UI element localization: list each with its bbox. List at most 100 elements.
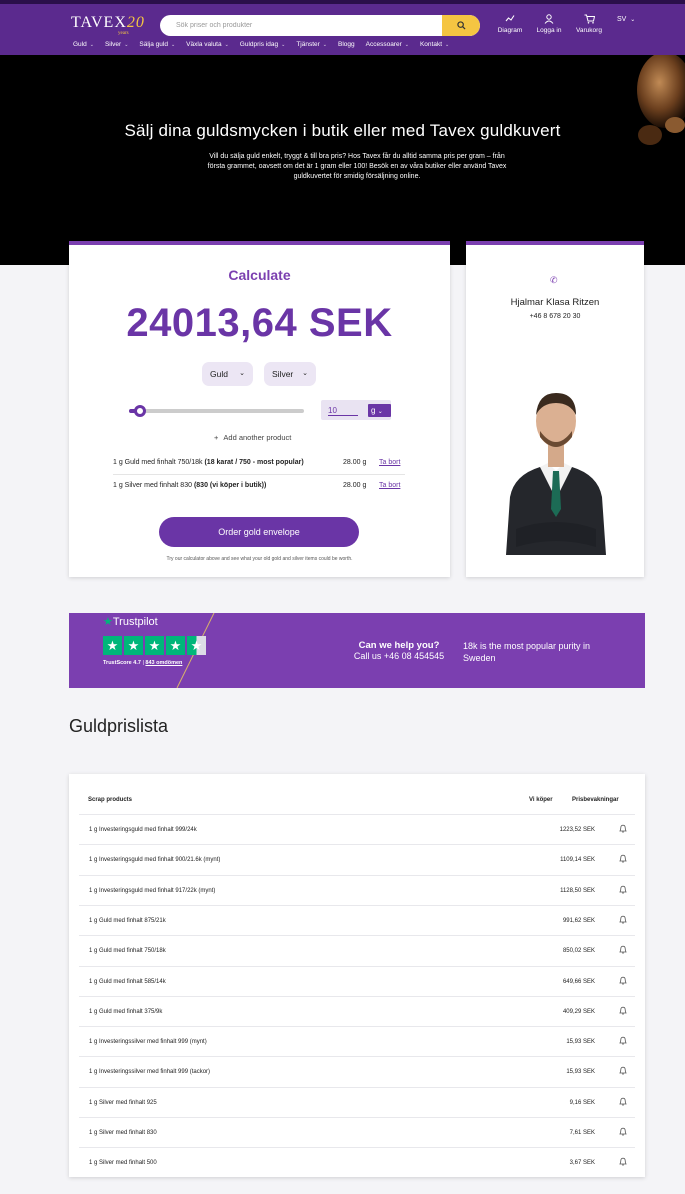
buy-price: 649,66 SEK (562, 978, 595, 985)
nav-item-guldpris-idag[interactable]: Guldpris idag ⌄ (240, 41, 286, 48)
table-row: 1 g Guld med finhalt 585/14k 649,66 SEK (79, 965, 635, 996)
bell-icon[interactable] (619, 824, 627, 835)
logo-text: TAVEX (71, 14, 127, 31)
trustpilot-logo[interactable]: ★Trustpilot (103, 615, 158, 628)
search-icon (456, 21, 466, 30)
buy-price: 3,67 SEK (569, 1160, 595, 1167)
unit-label: g (371, 406, 376, 415)
chart-icon (496, 14, 524, 27)
chevron-down-icon: ⌄ (170, 42, 176, 48)
bell-icon[interactable] (619, 915, 627, 926)
chevron-down-icon: ⌄ (377, 409, 383, 415)
contact-phone[interactable]: +46 8 678 20 30 (466, 313, 644, 320)
nav-item-silver[interactable]: Silver ⌄ (105, 41, 128, 48)
trustpilot-stars: ★ ★ ★ ★ ★ (103, 636, 206, 655)
nav-label: Växla valuta (186, 41, 222, 48)
slider-thumb[interactable] (133, 405, 146, 417)
nav-label: Accessoarer (365, 41, 402, 48)
contact-portrait (506, 393, 606, 555)
login-link[interactable]: Logga in (533, 14, 565, 34)
chevron-down-icon: ⌄ (124, 42, 129, 48)
reviews-link[interactable]: 843 omdömen (145, 660, 182, 666)
product-name: 1 g Guld med finhalt 875/21k (89, 917, 166, 924)
metal-select-guld[interactable]: Guld ⌄ (202, 362, 253, 386)
help-title: Can we help you? (358, 640, 440, 651)
chevron-down-icon: ⌄ (445, 42, 450, 48)
nav-label: Guld (73, 41, 87, 48)
bell-icon[interactable] (619, 1157, 627, 1168)
table-row: 1 g Silver med finhalt 830 7,61 SEK (79, 1117, 635, 1147)
calculator-card: Calculate 24013,64 SEK Guld ⌄ Silver ⌄ g… (69, 241, 450, 577)
weight-slider[interactable] (129, 405, 304, 417)
unit-select[interactable]: g ⌄ (368, 404, 391, 417)
product-name: 1 g Investeringssilver med finhalt 999 (… (89, 1069, 211, 1076)
nav-item-guld[interactable]: Guld ⌄ (73, 41, 94, 48)
bell-icon[interactable] (619, 1066, 627, 1077)
metal-select-label: Guld (210, 369, 228, 379)
nav-item-accessoarer[interactable]: Accessoarer ⌄ (366, 41, 409, 48)
order-envelope-button[interactable]: Order gold envelope (159, 517, 359, 547)
phone-icon: ✆ (550, 275, 558, 285)
nav-item-tjanster[interactable]: Tjänster ⌄ (296, 41, 327, 48)
nav-item-salja-guld[interactable]: Sälja guld ⌄ (139, 41, 175, 48)
language-label: SV (617, 16, 627, 23)
table-row: 1 g Investeringsguld med finhalt 917/22k… (79, 874, 635, 905)
star-icon: ★ (166, 636, 185, 655)
product-name: 1 g Silver med finhalt 830 (830 (vi köpe… (113, 482, 267, 489)
bell-icon[interactable] (619, 1036, 627, 1047)
remove-product-link[interactable]: Ta bort (379, 482, 400, 489)
trustscore: TrustScore 4.7 | 843 omdömen (103, 660, 183, 666)
add-product-button[interactable]: + Add another product (214, 433, 291, 442)
nav-item-blogg[interactable]: Blogg (338, 41, 355, 48)
calculator-note: Try our calculator above and see what yo… (166, 556, 353, 562)
star-icon: ★ (145, 636, 164, 655)
col-header-product: Scrap products (88, 797, 133, 803)
product-qty: 28.00 g (343, 482, 367, 489)
buy-price: 9,16 SEK (569, 1099, 595, 1106)
language-select[interactable]: SV ⌄ (617, 16, 635, 23)
star-icon: ★ (103, 616, 113, 628)
add-product-label: Add another product (223, 433, 292, 442)
nav-item-vaxla-valuta[interactable]: Växla valuta ⌄ (186, 41, 229, 48)
bell-icon[interactable] (619, 976, 627, 987)
col-header-price: Vi köper (529, 797, 553, 803)
logo-number: 20 (126, 14, 145, 31)
help-phone[interactable]: Call us +46 08 454545 (354, 651, 444, 661)
buy-price: 1223,52 SEK (559, 827, 595, 833)
main-nav: Guld ⌄ Silver ⌄ Sälja guld ⌄ Växla valuta ⌄ … (73, 41, 460, 48)
bell-icon[interactable] (619, 945, 627, 956)
product-row: 1 g Silver med finhalt 830 (830 (vi köpe… (113, 476, 405, 498)
trustpilot-banner: ★Trustpilot ★ ★ ★ ★ ★ TrustScore 4.7 | 8… (69, 613, 645, 688)
table-row: 1 g Silver med finhalt 500 3,67 SEK (79, 1147, 635, 1177)
metal-select-silver[interactable]: Silver ⌄ (264, 362, 316, 386)
bell-icon[interactable] (619, 885, 627, 896)
calculated-amount: 24013,64 SEK (126, 301, 393, 345)
bell-icon[interactable] (619, 1006, 627, 1017)
search-button[interactable] (442, 15, 480, 36)
bell-icon[interactable] (619, 1127, 627, 1138)
table-header: Scrap products Vi köper Prisbevakningar (88, 797, 628, 812)
product-name: 1 g Guld med finhalt 750/18k (89, 948, 166, 955)
nav-label: Kontakt (419, 41, 442, 48)
product-name: 1 g Silver med finhalt 925 (89, 1099, 157, 1106)
buy-price: 15,93 SEK (566, 1039, 595, 1046)
nav-item-kontakt[interactable]: Kontakt ⌄ (420, 41, 449, 48)
table-row: 1 g Silver med finhalt 925 9,16 SEK (79, 1086, 635, 1117)
product-name: 1 g Silver med finhalt 500 (89, 1160, 157, 1167)
grams-input[interactable] (328, 405, 358, 416)
table-row: 1 g Guld med finhalt 750/18k 850,02 SEK (79, 935, 635, 965)
chevron-down-icon: ⌄ (281, 42, 286, 48)
bell-icon[interactable] (619, 1097, 627, 1108)
nav-label: Tjänster (296, 41, 320, 48)
cart-icon (573, 14, 605, 27)
diagram-link[interactable]: Diagram (496, 14, 524, 34)
login-label: Logga in (536, 27, 562, 34)
cart-link[interactable]: Varukorg (573, 14, 605, 34)
buy-price: 409,29 SEK (562, 1008, 595, 1015)
search-input[interactable] (176, 19, 436, 32)
site-header: TAVEX20 years Diagram Logga in Varukorg … (0, 0, 685, 55)
tavex-logo[interactable]: TAVEX20 years (71, 14, 145, 36)
bell-icon[interactable] (619, 854, 627, 865)
cart-label: Varukorg (576, 27, 602, 34)
remove-product-link[interactable]: Ta bort (379, 459, 400, 466)
